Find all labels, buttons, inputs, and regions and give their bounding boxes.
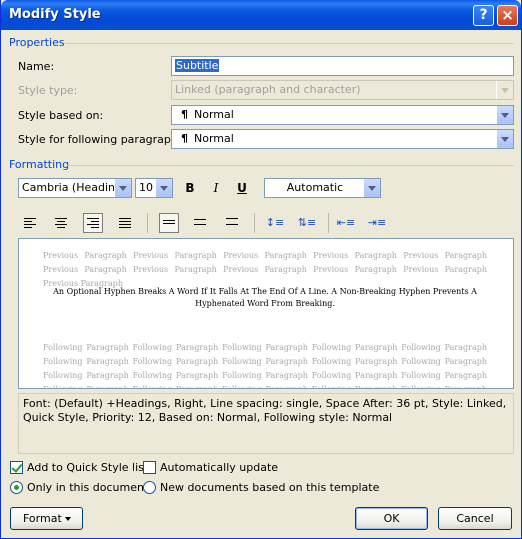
new-documents-label[interactable]: New documents based on this template [160, 481, 379, 494]
properties-section-label: Properties [9, 36, 65, 49]
font-color-value: Automatic [286, 181, 344, 194]
one-half-spacing-icon [194, 219, 206, 229]
properties-divider [65, 43, 514, 44]
toolbar-separator [147, 213, 148, 233]
style-type-select: Linked (paragraph and character) [171, 80, 514, 100]
formatting-divider [67, 165, 514, 166]
single-spacing-button[interactable] [159, 213, 179, 233]
italic-button[interactable]: I [206, 178, 226, 198]
double-spacing-button[interactable] [222, 213, 242, 233]
font-size-dropdown-icon[interactable] [155, 179, 172, 197]
add-quick-style-label[interactable]: Add to Quick Style list [27, 461, 148, 474]
double-spacing-icon [226, 218, 238, 228]
based-on-label: Style based on: [18, 109, 104, 122]
modify-style-dialog: Modify Style ? × Properties Name: Subtit… [0, 0, 522, 539]
preview-following-paragraph: Following Paragraph Following Paragraph … [43, 343, 487, 388]
only-document-radio[interactable] [10, 481, 23, 494]
decrease-indent-icon[interactable]: ⇤≡ [336, 213, 356, 233]
following-label: Style for following paragraph: [18, 133, 182, 146]
auto-update-checkbox[interactable] [143, 461, 156, 474]
preview-sample-paragraph: An Optional Hyphen Breaks A Word If It F… [53, 287, 477, 308]
font-dropdown-icon[interactable] [114, 179, 131, 197]
chevron-down-icon [65, 517, 71, 521]
formatting-section-label: Formatting [9, 158, 70, 171]
align-center-button[interactable] [51, 213, 71, 233]
toolbar-separator [328, 213, 329, 233]
add-quick-style-checkbox[interactable] [10, 461, 23, 474]
font-color-dropdown-icon[interactable] [363, 179, 380, 197]
style-type-label: Style type: [18, 84, 78, 97]
style-description: Font: (Default) +Headings, Right, Line s… [18, 393, 514, 454]
help-button[interactable]: ? [473, 5, 494, 26]
format-button-label: Format [23, 512, 62, 525]
toolbar-separator [254, 213, 255, 233]
new-documents-radio[interactable] [143, 481, 156, 494]
single-spacing-icon [163, 220, 175, 230]
align-center-icon [55, 218, 67, 228]
pilcrow-icon: ¶ [181, 108, 188, 121]
justify-icon [119, 218, 131, 228]
cancel-button[interactable]: Cancel [438, 507, 512, 530]
one-half-spacing-button[interactable] [190, 213, 210, 233]
align-left-icon [24, 218, 36, 228]
name-field[interactable]: Subtitle [171, 56, 514, 76]
following-dropdown-icon[interactable] [496, 130, 513, 148]
following-value: Normal [194, 132, 234, 145]
justify-button[interactable] [115, 213, 135, 233]
align-right-button[interactable] [83, 213, 103, 233]
close-button[interactable]: × [497, 5, 518, 26]
based-on-value: Normal [194, 108, 234, 121]
font-size-select[interactable]: 10 [135, 178, 173, 198]
font-color-select[interactable]: Automatic [264, 178, 381, 198]
style-preview: Previous Paragraph Previous Paragraph Pr… [18, 238, 514, 389]
style-type-dropdown-icon [496, 81, 513, 99]
underline-button[interactable]: U [232, 178, 252, 198]
ok-button[interactable]: OK [355, 507, 428, 530]
following-select[interactable]: ¶ Normal [171, 129, 514, 149]
align-left-button[interactable] [20, 213, 40, 233]
based-on-dropdown-icon[interactable] [496, 106, 513, 124]
auto-update-label[interactable]: Automatically update [160, 461, 278, 474]
name-label: Name: [18, 60, 55, 73]
preview-previous-paragraph: Previous Paragraph Previous Paragraph Pr… [43, 251, 487, 288]
only-document-label[interactable]: Only in this document [27, 481, 148, 494]
based-on-select[interactable]: ¶ Normal [171, 105, 514, 125]
space-before-increase-icon[interactable]: ↕≡ [265, 213, 285, 233]
font-size-value: 10 [139, 181, 153, 194]
font-select[interactable]: Cambria (Headings) [18, 178, 132, 198]
style-type-value: Linked (paragraph and character) [175, 83, 361, 96]
name-field-value: Subtitle [175, 59, 220, 72]
dialog-title: Modify Style [9, 7, 101, 22]
title-bar[interactable]: Modify Style ? × [1, 0, 521, 30]
increase-indent-icon[interactable]: ⇥≡ [367, 213, 387, 233]
align-right-icon [87, 218, 99, 228]
format-menu-button[interactable]: Format [10, 507, 83, 530]
space-before-decrease-icon[interactable]: ⇅≡ [297, 213, 317, 233]
bold-button[interactable]: B [180, 178, 200, 198]
pilcrow-icon: ¶ [181, 132, 188, 145]
